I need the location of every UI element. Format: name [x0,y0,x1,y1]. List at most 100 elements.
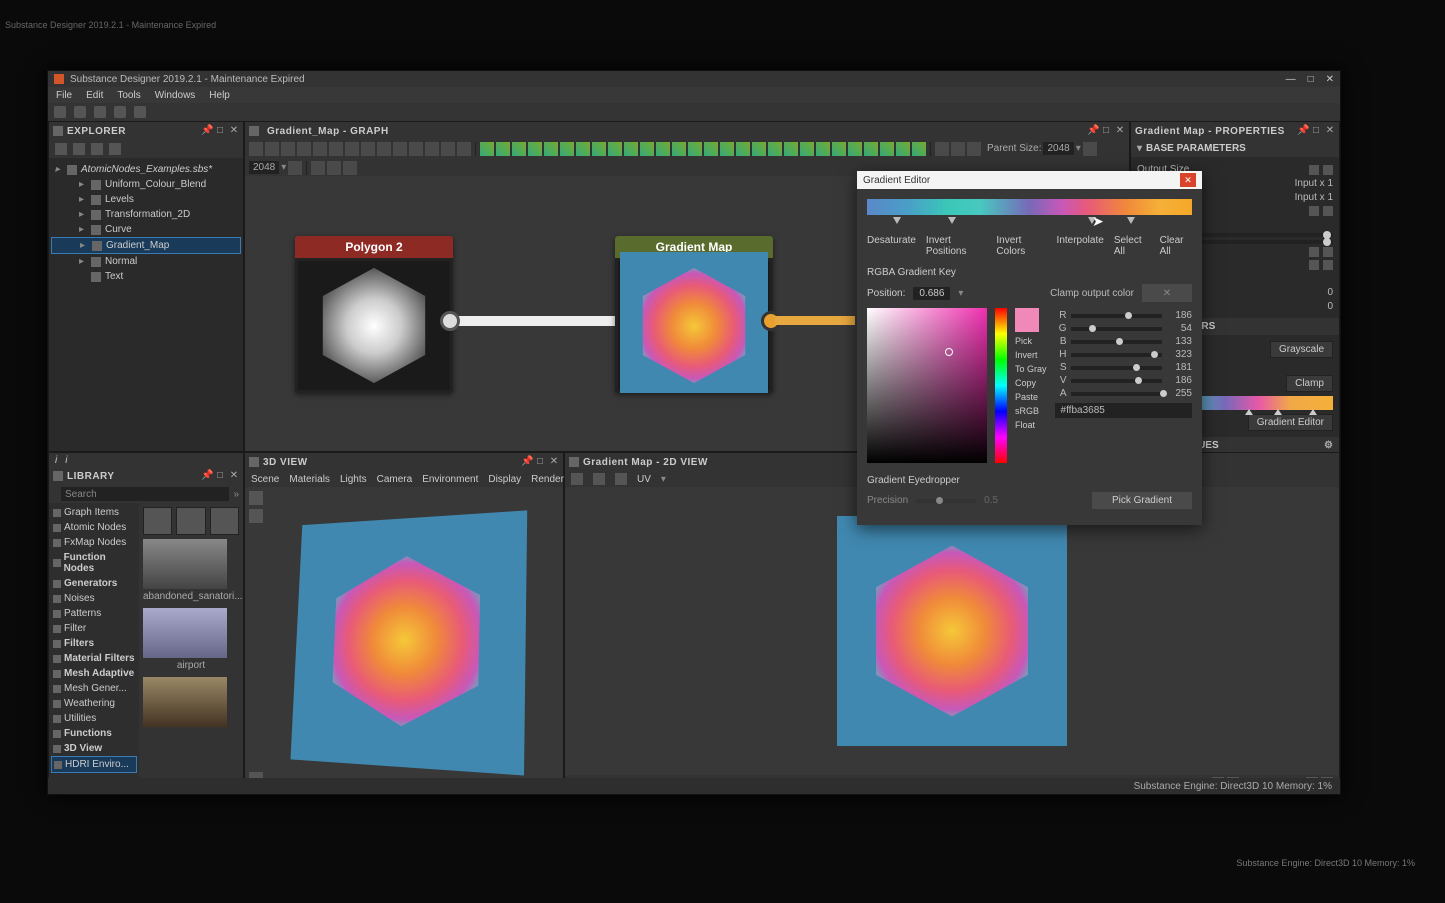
g-slider[interactable] [1071,327,1162,331]
tool-icon[interactable] [457,142,471,156]
node-palette-icon[interactable] [832,142,846,156]
lib-item[interactable]: Graph Items [51,505,137,520]
node-palette-icon[interactable] [736,142,750,156]
select-all-action[interactable]: Select All [1114,235,1150,257]
lib-item[interactable]: Noises [51,591,137,606]
panel-max-icon[interactable]: □ [215,471,225,481]
home-icon[interactable] [54,106,66,118]
lib-item[interactable]: Material Filters [51,651,137,666]
node-palette-icon[interactable] [592,142,606,156]
info-icon[interactable] [615,473,627,485]
tool-icon[interactable] [343,161,357,175]
tool-icon[interactable] [377,142,391,156]
node-palette-icon[interactable] [864,142,878,156]
paste-button[interactable]: Paste [1015,392,1047,402]
thumb[interactable] [143,539,227,589]
tree-item[interactable]: Text [51,269,241,284]
h-slider[interactable] [1071,353,1162,357]
node-palette-icon[interactable] [720,142,734,156]
tree-item[interactable]: ▸Levels [51,192,241,207]
lib-item[interactable]: 3D View [51,741,137,756]
open-icon[interactable] [74,106,86,118]
node-palette-icon[interactable] [624,142,638,156]
view2d-canvas[interactable] [565,487,1339,775]
invert-positions-action[interactable]: Invert Positions [926,235,986,257]
node-palette-icon[interactable] [528,142,542,156]
node-palette-icon[interactable] [896,142,910,156]
library-thumbnails[interactable]: abandoned_sanatori... airport [139,503,243,793]
link-icon[interactable] [1309,165,1319,175]
refresh-icon[interactable] [91,143,103,155]
node-palette-icon[interactable] [800,142,814,156]
link-icon[interactable] [1309,206,1319,216]
clear-all-action[interactable]: Clear All [1160,235,1192,257]
reset-icon[interactable] [1323,247,1333,257]
hue-slider[interactable] [995,308,1007,463]
gradient-editor-button[interactable]: Gradient Editor [1248,414,1333,431]
invert-button[interactable]: Invert [1015,350,1047,360]
tool-icon[interactable] [345,142,359,156]
menu-file[interactable]: File [56,90,72,101]
panel-max-icon[interactable]: □ [1101,126,1111,136]
sv-picker[interactable] [867,308,987,463]
node-palette-icon[interactable] [704,142,718,156]
lib-item[interactable]: Weathering [51,696,137,711]
menu-camera[interactable]: Camera [377,474,413,485]
search-icon[interactable] [109,143,121,155]
info-icon[interactable]: i [65,455,67,466]
tree-item[interactable]: ▸Curve [51,222,241,237]
panel-pin-icon[interactable]: 📌 [521,457,531,467]
tool-icon[interactable] [329,142,343,156]
node-palette-icon[interactable] [912,142,926,156]
view3d-canvas[interactable] [245,487,563,793]
tool-icon[interactable] [297,142,311,156]
desaturate-action[interactable]: Desaturate [867,235,916,257]
lib-item[interactable]: Patterns [51,606,137,621]
lib-item[interactable]: Functions [51,726,137,741]
tool-icon[interactable] [311,161,325,175]
node-palette-icon[interactable] [544,142,558,156]
thumb[interactable] [143,677,227,727]
save-icon[interactable] [94,106,106,118]
tool-icon[interactable] [265,142,279,156]
node-palette-icon[interactable] [608,142,622,156]
wire[interactable] [455,316,620,326]
tool-icon[interactable] [935,142,949,156]
gradient-key-marker[interactable] [1127,217,1135,224]
reset-icon[interactable] [1323,260,1333,270]
tool-icon[interactable] [361,142,375,156]
v-slider[interactable] [1071,379,1162,383]
menu-tools[interactable]: Tools [117,90,140,101]
b-slider[interactable] [1071,340,1162,344]
lib-item[interactable]: Utilities [51,711,137,726]
panel-close-icon[interactable]: ✕ [1115,126,1125,136]
gradient-editor-dialog[interactable]: Gradient Editor ✕ ➤ Desaturate Invert Po… [857,171,1202,525]
node-palette-icon[interactable] [752,142,766,156]
save-icon[interactable] [571,473,583,485]
new-icon[interactable] [55,143,67,155]
panel-close-icon[interactable]: ✕ [229,126,239,136]
close-button[interactable]: ✕ [1326,74,1334,85]
lib-item[interactable]: Mesh Gener... [51,681,137,696]
menu-windows[interactable]: Windows [155,90,196,101]
togray-button[interactable]: To Gray [1015,364,1047,374]
pick-button[interactable]: Pick [1015,336,1047,346]
tool-icon[interactable] [313,142,327,156]
link-icon[interactable] [1083,142,1097,156]
node-palette-icon[interactable] [672,142,686,156]
a-slider[interactable] [1071,392,1162,396]
gradient-key-marker[interactable] [1088,217,1096,224]
lib-item[interactable]: Filters [51,636,137,651]
tool-icon[interactable] [951,142,965,156]
tree-item-selected[interactable]: ▸Gradient_Map [51,237,241,254]
lib-item[interactable]: Function Nodes [51,550,137,576]
node-palette-icon[interactable] [880,142,894,156]
tool-icon[interactable] [393,142,407,156]
explorer-tree[interactable]: ▸ AtomicNodes_Examples.sbs* ▸Uniform_Col… [49,158,243,451]
wire[interactable] [775,316,855,325]
export-icon[interactable] [134,106,146,118]
maximize-button[interactable]: □ [1308,74,1314,85]
clamp-toggle[interactable]: ✕ [1142,284,1192,302]
reset-icon[interactable] [1323,206,1333,216]
menu-edit[interactable]: Edit [86,90,103,101]
